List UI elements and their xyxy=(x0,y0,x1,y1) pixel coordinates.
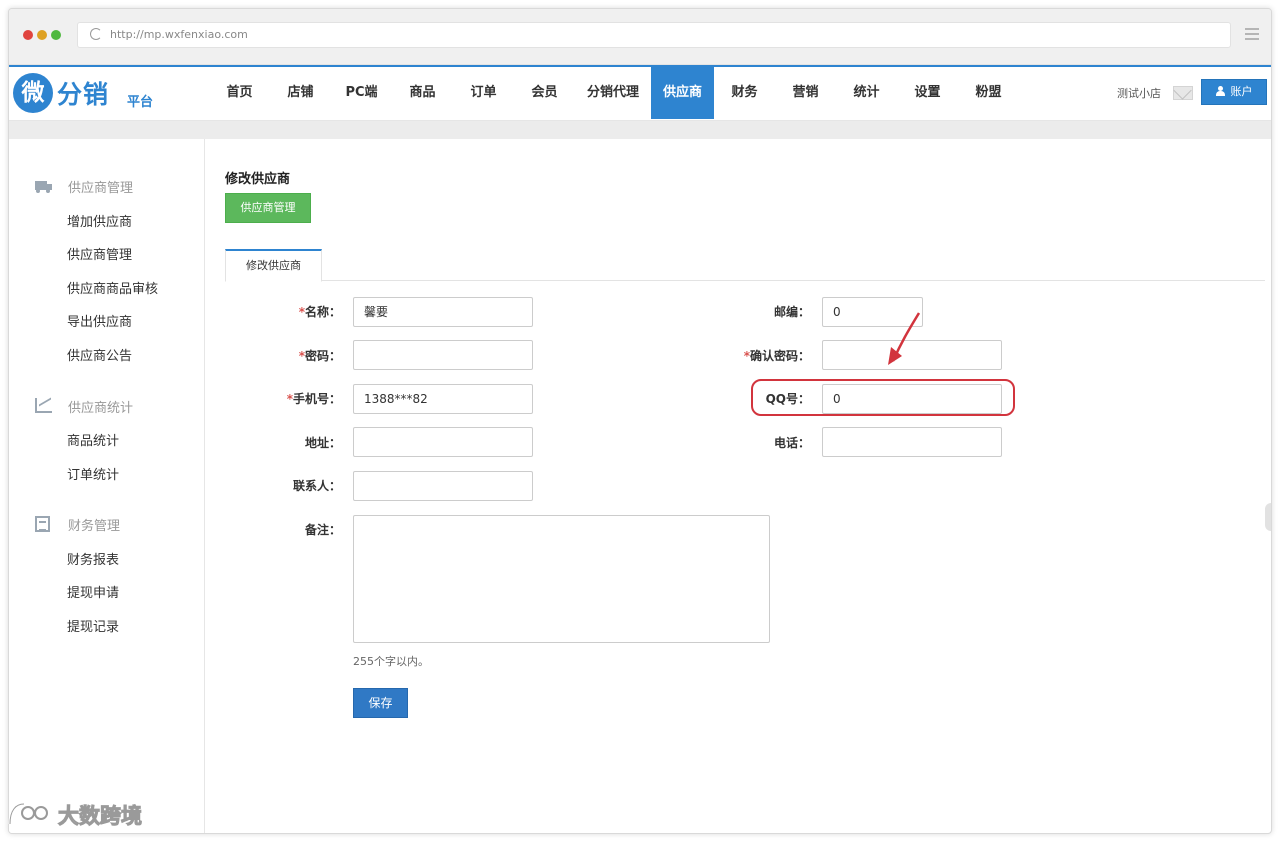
nav-item-products[interactable]: 商品 xyxy=(392,67,453,119)
watermark-text: 大数跨境 xyxy=(58,804,143,829)
logo-mark: 微 xyxy=(13,73,53,113)
remark-label: 备注： xyxy=(304,523,341,537)
nav-item-distribution[interactable]: 分销代理 xyxy=(575,67,651,119)
account-button[interactable]: 账户 xyxy=(1201,79,1267,105)
nav-item-members[interactable]: 会员 xyxy=(514,67,575,119)
sidebar-item-supplier-management[interactable]: 供应商管理 xyxy=(67,244,132,263)
nav-item-settings[interactable]: 设置 xyxy=(897,67,958,119)
zip-label: 邮编： xyxy=(773,305,810,319)
remark-textarea[interactable] xyxy=(353,515,770,643)
address-bar[interactable]: http://mp.wxfenxiao.com xyxy=(77,22,1231,48)
maximize-window-dot[interactable] xyxy=(51,30,61,40)
sidebar-item-withdraw-records[interactable]: 提现记录 xyxy=(67,616,119,635)
sidebar-item-product-review[interactable]: 供应商商品审核 xyxy=(67,278,158,297)
minimize-window-dot[interactable] xyxy=(37,30,47,40)
tab-bar xyxy=(225,280,1265,281)
logo-name: 分销 xyxy=(57,80,110,109)
close-window-dot[interactable] xyxy=(23,30,33,40)
tel-input[interactable] xyxy=(822,427,1002,457)
tab-edit-supplier[interactable]: 修改供应商 xyxy=(225,249,322,282)
mail-icon[interactable] xyxy=(1173,86,1193,100)
reload-icon[interactable] xyxy=(90,28,102,40)
sidebar-item-order-statistics[interactable]: 订单统计 xyxy=(67,464,119,483)
contact-input[interactable] xyxy=(353,471,533,501)
zip-input[interactable]: 0 xyxy=(822,297,923,327)
confirm-password-input[interactable] xyxy=(822,340,1002,370)
nav-item-store[interactable]: 店铺 xyxy=(270,67,331,119)
account-label: 账户 xyxy=(1230,85,1253,98)
nav-item-finance[interactable]: 财务 xyxy=(714,67,775,119)
save-button[interactable]: 保存 xyxy=(353,688,408,718)
chart-icon xyxy=(35,398,53,414)
nav-item-marketing[interactable]: 营销 xyxy=(775,67,836,119)
nav-item-orders[interactable]: 订单 xyxy=(453,67,514,119)
sidebar-item-withdraw-request[interactable]: 提现申请 xyxy=(67,582,119,601)
password-input[interactable] xyxy=(353,340,533,370)
nav-item-statistics[interactable]: 统计 xyxy=(836,67,897,119)
sidebar-item-add-supplier[interactable]: 增加供应商 xyxy=(67,211,132,230)
nav-item-suppliers[interactable]: 供应商 xyxy=(651,67,715,119)
remark-hint: 255个字以内。 xyxy=(353,655,429,668)
name-input[interactable]: 馨要 xyxy=(353,297,533,327)
side-scroll-handle[interactable] xyxy=(1265,503,1271,531)
phone-input[interactable]: 1388***82 xyxy=(353,384,533,414)
main-content: 修改供应商 供应商管理 修改供应商 *名称： 馨要 *密码： *手机号： 138… xyxy=(205,139,1271,833)
sidebar-item-export-suppliers[interactable]: 导出供应商 xyxy=(67,311,132,330)
main-menu: 首页 店铺 PC端 商品 订单 会员 分销代理 供应商 财务 营销 统计 设置 … xyxy=(209,67,1019,119)
contact-label: 联系人： xyxy=(292,479,341,493)
qq-highlight-annotation xyxy=(751,379,1015,416)
user-icon xyxy=(1215,86,1225,96)
tel-label: 电话： xyxy=(773,436,810,450)
browser-window: http://mp.wxfenxiao.com 微 分销 平台 首页 店铺 PC… xyxy=(8,8,1272,834)
watermark-logo-icon xyxy=(8,802,48,825)
page-title: 修改供应商 xyxy=(225,172,291,187)
sidebar-item-product-statistics[interactable]: 商品统计 xyxy=(67,430,119,449)
confirm-password-label: *确认密码： xyxy=(743,349,810,363)
sidebar-item-supplier-notice[interactable]: 供应商公告 xyxy=(67,345,132,364)
nav-item-home[interactable]: 首页 xyxy=(209,67,270,119)
address-input[interactable] xyxy=(353,427,533,457)
sidebar-item-finance-report[interactable]: 财务报表 xyxy=(67,549,119,568)
address-label: 地址： xyxy=(304,436,341,450)
nav-item-pc[interactable]: PC端 xyxy=(331,67,392,119)
shop-name[interactable]: 测试小店 xyxy=(1117,85,1161,101)
truck-icon xyxy=(35,178,53,194)
supplier-management-button[interactable]: 供应商管理 xyxy=(225,193,311,223)
header-divider xyxy=(9,121,1271,139)
phone-label: *手机号： xyxy=(286,392,341,406)
sidebar: 供应商管理 增加供应商 供应商管理 供应商商品审核 导出供应商 供应商公告 供应… xyxy=(9,139,205,833)
top-navigation: 微 分销 平台 首页 店铺 PC端 商品 订单 会员 分销代理 供应商 财务 营… xyxy=(9,65,1271,121)
browser-menu-icon[interactable] xyxy=(1245,28,1259,43)
password-label: *密码： xyxy=(298,349,341,363)
nav-item-fans[interactable]: 粉盟 xyxy=(958,67,1019,119)
url-text[interactable]: http://mp.wxfenxiao.com xyxy=(110,28,248,41)
name-label: *名称： xyxy=(298,305,341,319)
browser-toolbar: http://mp.wxfenxiao.com xyxy=(9,9,1271,65)
logo-suffix: 平台 xyxy=(127,95,154,110)
ledger-icon xyxy=(35,516,53,532)
